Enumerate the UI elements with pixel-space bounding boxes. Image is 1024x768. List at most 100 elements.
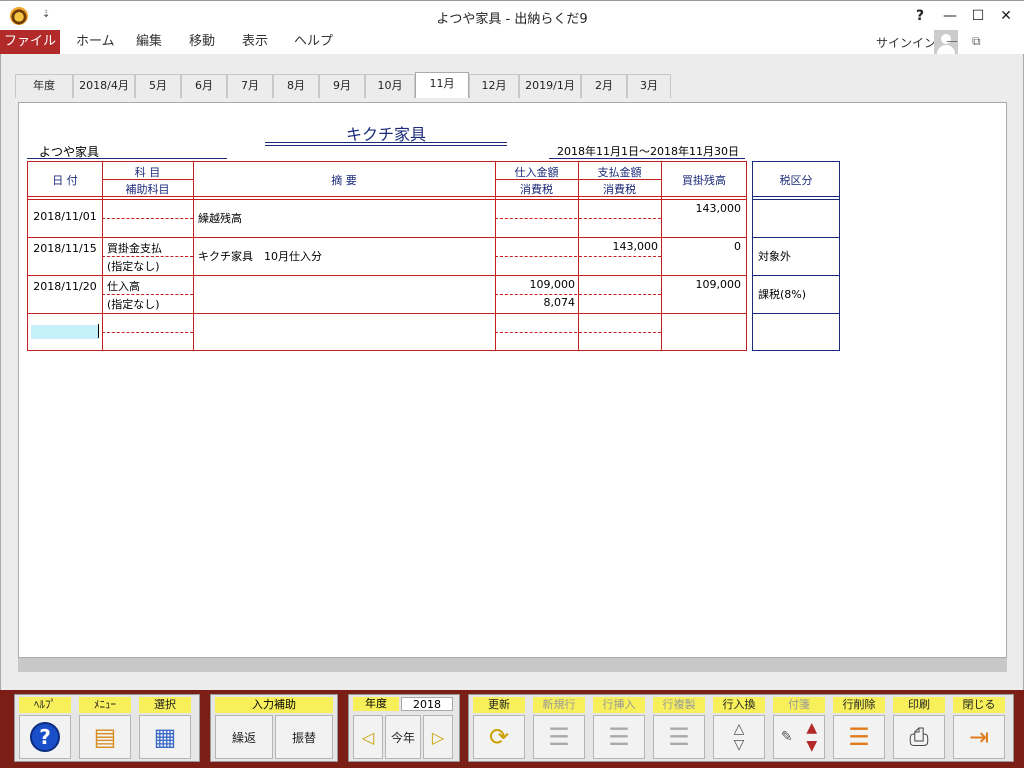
refresh-button[interactable]: 更新 ⟳ xyxy=(473,697,525,759)
chevron-down-icon: ▽ xyxy=(733,737,745,753)
header-date: 日 付 xyxy=(52,174,78,187)
menu-file[interactable]: ファイル xyxy=(0,30,60,54)
close-window-button[interactable]: ✕ xyxy=(994,5,1018,27)
menu-button-label: ﾒﾆｭｰ xyxy=(79,697,131,713)
copy-row-button-label: 行複製 xyxy=(653,697,705,713)
row2-description[interactable]: キクチ家具 10月仕入分 xyxy=(198,248,322,264)
row2-account[interactable]: 買掛金支払 xyxy=(107,240,162,256)
tab-2019-01[interactable]: 2019/1月 xyxy=(519,74,581,98)
menu-help[interactable]: ヘルプ xyxy=(280,30,347,54)
row1-description[interactable]: 繰越残高 xyxy=(198,210,242,226)
tab-11[interactable]: 11月 xyxy=(415,72,469,98)
select-button[interactable]: 選択 ▦ xyxy=(139,697,191,759)
row2-tax-class[interactable]: 対象外 xyxy=(758,248,791,264)
prev-year-button[interactable]: ◁ xyxy=(353,715,383,759)
row2-date[interactable]: 2018/11/15 xyxy=(28,242,102,255)
transfer-button[interactable]: 振替 xyxy=(275,715,333,759)
print-button-label: 印刷 xyxy=(893,697,945,713)
carry-button[interactable]: 繰返 xyxy=(215,715,273,759)
insert-row-button-label: 行挿入 xyxy=(593,697,645,713)
help-question-button[interactable]: ? xyxy=(908,5,932,27)
menu-view[interactable]: 表示 xyxy=(228,30,282,54)
row3-tax-class[interactable]: 課税(8%) xyxy=(758,286,806,302)
tab-09[interactable]: 9月 xyxy=(319,74,365,98)
text-caret xyxy=(98,324,99,338)
new-row-button[interactable]: 新規行 ☰ xyxy=(533,697,585,759)
help-button[interactable]: ﾍﾙﾌﾟ ? xyxy=(19,697,71,759)
header-balance: 買掛残高 xyxy=(682,174,726,187)
close-button[interactable]: 閉じる ⇥ xyxy=(953,697,1005,759)
row-midline xyxy=(495,332,661,333)
row3-sub-account[interactable]: (指定なし) xyxy=(107,296,160,312)
print-button[interactable]: 印刷 ⎙ xyxy=(893,697,945,759)
tab-05[interactable]: 5月 xyxy=(135,74,181,98)
tab-08[interactable]: 8月 xyxy=(273,74,319,98)
tab-02[interactable]: 2月 xyxy=(581,74,627,98)
row3-account[interactable]: 仕入高 xyxy=(107,278,140,294)
row-divider xyxy=(28,313,746,314)
tab-2018-04[interactable]: 2018/4月 xyxy=(73,74,135,98)
menu-button[interactable]: ﾒﾆｭｰ ▤ xyxy=(79,697,131,759)
row2-payment[interactable]: 143,000 xyxy=(578,240,659,253)
copy-row-button[interactable]: 行複製 ☰ xyxy=(653,697,705,759)
row2-sub-account[interactable]: (指定なし) xyxy=(107,258,160,274)
toolbar-group-navigation: ﾍﾙﾌﾟ ? ﾒﾆｭｰ ▤ 選択 ▦ xyxy=(14,694,200,762)
row3-balance: 109,000 xyxy=(695,278,742,291)
this-year-button[interactable]: 今年 xyxy=(385,715,421,759)
menu-home[interactable]: ホーム xyxy=(62,30,129,54)
row3-purchase-tax[interactable]: 8,074 xyxy=(495,296,576,309)
arrow-down-icon: ▼ xyxy=(806,738,818,754)
tab-fiscal-year[interactable]: 年度 xyxy=(15,74,73,98)
minimize-button[interactable]: — xyxy=(938,5,962,27)
row1-date[interactable]: 2018/11/01 xyxy=(28,210,102,223)
refresh-button-label: 更新 xyxy=(473,697,525,713)
tab-10[interactable]: 10月 xyxy=(365,74,415,98)
row-midline xyxy=(102,256,193,257)
tab-06[interactable]: 6月 xyxy=(181,74,227,98)
row-midline xyxy=(102,294,193,295)
sticky-note-button[interactable]: 付箋 ✎ ▲ ▼ xyxy=(773,697,825,759)
row-divider xyxy=(28,237,746,238)
title-underline-double xyxy=(265,145,507,146)
company-underline xyxy=(27,158,227,159)
row3-purchase[interactable]: 109,000 xyxy=(495,278,576,291)
col-divider xyxy=(193,162,194,350)
tax-row-divider xyxy=(753,237,839,238)
delete-row-icon: ☰ xyxy=(848,723,870,751)
row-midline xyxy=(102,332,193,333)
toolbar-group-row-actions: 更新 ⟳ 新規行 ☰ 行挿入 ☰ 行複製 ☰ 行入換 △ ▽ 付箋 ✎ ▲ ▼ 行削除… xyxy=(468,694,1014,762)
refresh-icon: ⟳ xyxy=(488,723,510,751)
row-midline xyxy=(495,294,661,295)
ribbon-minimize-button[interactable]: — xyxy=(946,34,958,48)
signin-link[interactable]: サインイン xyxy=(876,34,936,51)
exit-door-icon: ⇥ xyxy=(968,723,990,751)
tab-07[interactable]: 7月 xyxy=(227,74,273,98)
delete-row-button[interactable]: 行削除 ☰ xyxy=(833,697,885,759)
header-tax-class: 税区分 xyxy=(779,174,813,187)
tab-12[interactable]: 12月 xyxy=(469,74,519,98)
active-input-cell[interactable] xyxy=(31,325,99,339)
menu-move[interactable]: 移動 xyxy=(175,30,229,54)
insert-row-button[interactable]: 行挿入 ☰ xyxy=(593,697,645,759)
sheet-scroll-area xyxy=(18,658,1007,672)
sticky-note-button-label: 付箋 xyxy=(773,697,825,713)
help-question-icon: ? xyxy=(30,722,60,752)
maximize-button[interactable]: ☐ xyxy=(966,5,990,27)
row-divider xyxy=(28,275,746,276)
new-row-icon: ☰ xyxy=(548,723,570,751)
help-button-label: ﾍﾙﾌﾟ xyxy=(19,697,71,713)
swap-row-button-label: 行入換 xyxy=(713,697,765,713)
triangle-left-icon: ◁ xyxy=(361,727,375,747)
tax-class-table: 税区分 対象外 課税(8%) xyxy=(752,161,840,351)
select-window-icon: ▦ xyxy=(153,723,177,751)
header-purchase-tax: 消費税 xyxy=(520,183,553,196)
copy-row-icon: ☰ xyxy=(668,723,690,751)
ribbon-restore-button[interactable]: ⧉ xyxy=(972,34,981,49)
menu-edit[interactable]: 編集 xyxy=(122,30,176,54)
next-year-button[interactable]: ▷ xyxy=(423,715,453,759)
row3-date[interactable]: 2018/11/20 xyxy=(28,280,102,293)
header-account: 科 目 xyxy=(134,166,161,179)
tab-03[interactable]: 3月 xyxy=(627,74,671,98)
swap-row-button[interactable]: 行入換 △ ▽ xyxy=(713,697,765,759)
window-title: よつや家具 - 出納らくだ9 xyxy=(436,12,588,27)
